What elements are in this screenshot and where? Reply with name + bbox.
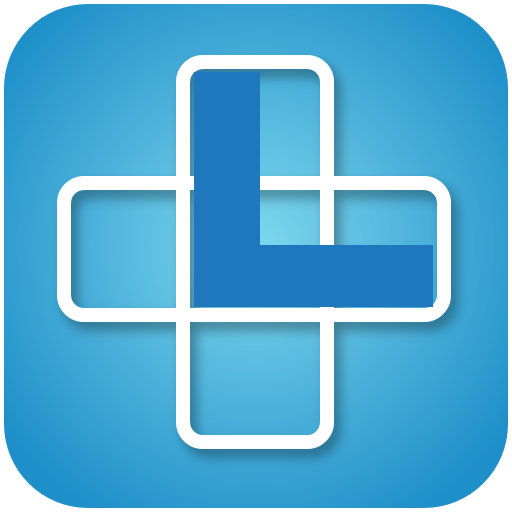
medical-cross-logo-icon [4, 4, 508, 508]
app-icon[interactable] [0, 0, 512, 512]
